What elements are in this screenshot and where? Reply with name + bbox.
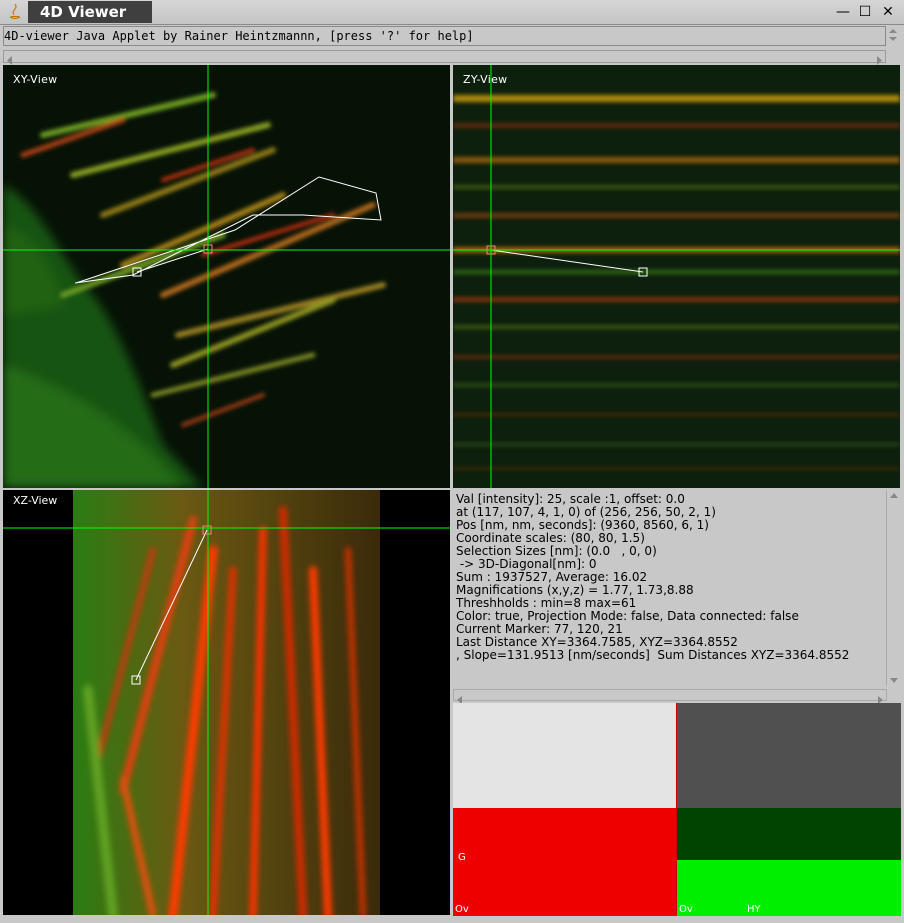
info-horizontal-scrollbar[interactable]: [453, 689, 887, 704]
xz-view-label: XZ-View: [7, 492, 71, 514]
lut-label-ov-left: Ov: [455, 904, 469, 915]
minimize-button[interactable]: —: [834, 4, 852, 20]
lut-label-hy: HY: [747, 904, 761, 915]
lut-label-ov-right: Ov: [679, 904, 693, 915]
info-text-area[interactable]: Val [intensity]: 25, scale :1, offset: 0…: [453, 490, 885, 689]
lut-green-swatch[interactable]: Ov HY: [676, 860, 901, 916]
window-title: 4D Viewer: [28, 1, 152, 23]
zy-view-label: ZY-View: [463, 73, 508, 86]
zy-view-panel[interactable]: ZY-View: [453, 65, 900, 488]
status-text-field[interactable]: 4D-viewer Java Applet by Rainer Heintzma…: [3, 26, 886, 46]
lut-red-swatch[interactable]: G Ov: [453, 808, 676, 916]
lut-light-gray-swatch[interactable]: [453, 703, 676, 808]
status-field-horizontal-scrollbar[interactable]: [3, 50, 886, 65]
close-button[interactable]: ✕: [879, 4, 897, 20]
lut-label-g: G: [458, 852, 466, 863]
xy-view-label: XY-View: [13, 73, 58, 86]
maximize-button[interactable]: ☐: [856, 4, 874, 20]
title-bar: 4D Viewer — ☐ ✕: [0, 0, 904, 25]
xz-view-panel[interactable]: XZ-View: [3, 490, 450, 915]
lut-dark-gray-swatch[interactable]: [676, 703, 901, 808]
java-cup-icon: [6, 3, 24, 21]
info-line: , Slope=131.9513 [nm/seconds] Sum Distan…: [456, 648, 850, 662]
status-field-scrollbar[interactable]: [886, 26, 900, 44]
lut-dark-green-swatch[interactable]: [676, 808, 901, 860]
xy-view-panel[interactable]: XY-View: [3, 65, 450, 488]
info-vertical-scrollbar[interactable]: [886, 490, 901, 686]
